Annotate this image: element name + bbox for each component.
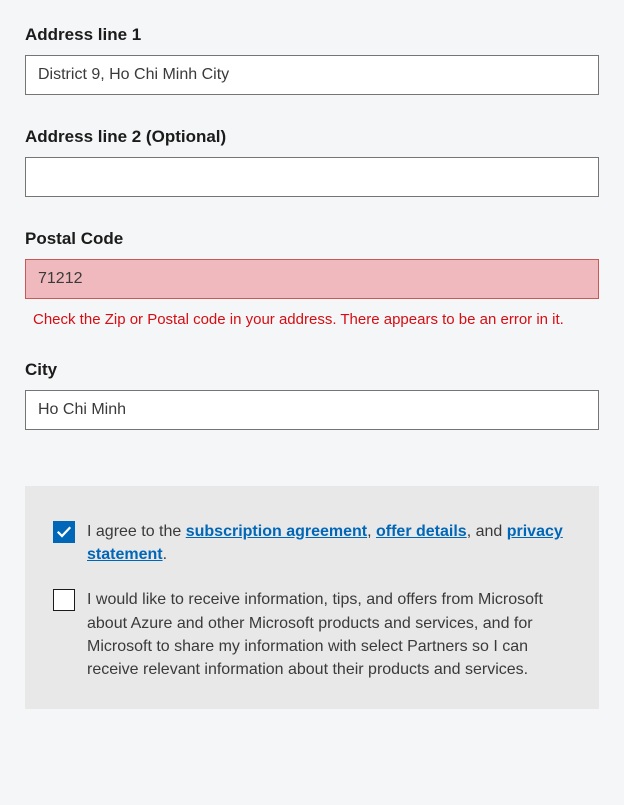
terms-suffix: . — [163, 546, 167, 563]
terms-prefix: I agree to the — [87, 523, 186, 540]
subscription-agreement-link[interactable]: subscription agreement — [186, 523, 367, 540]
marketing-label: I would like to receive information, tip… — [87, 588, 571, 681]
address-line-2-label: Address line 2 (Optional) — [25, 127, 599, 147]
postal-code-group: Postal Code Check the Zip or Postal code… — [25, 229, 599, 328]
postal-code-error-message: Check the Zip or Postal code in your add… — [25, 311, 599, 328]
address-line-1-group: Address line 1 — [25, 25, 599, 95]
postal-code-label: Postal Code — [25, 229, 599, 249]
address-line-1-input[interactable] — [25, 55, 599, 95]
city-label: City — [25, 360, 599, 380]
terms-label: I agree to the subscription agreement, o… — [87, 520, 571, 566]
address-line-1-label: Address line 1 — [25, 25, 599, 45]
postal-code-input[interactable] — [25, 259, 599, 299]
city-group: City — [25, 360, 599, 430]
terms-checkbox[interactable] — [53, 521, 75, 543]
city-input[interactable] — [25, 390, 599, 430]
marketing-checkbox-row: I would like to receive information, tip… — [53, 588, 571, 681]
terms-sep2: , and — [467, 523, 507, 540]
marketing-checkbox[interactable] — [53, 589, 75, 611]
address-line-2-input[interactable] — [25, 157, 599, 197]
terms-sep1: , — [367, 523, 376, 540]
check-icon — [56, 524, 72, 540]
offer-details-link[interactable]: offer details — [376, 523, 467, 540]
address-line-2-group: Address line 2 (Optional) — [25, 127, 599, 197]
terms-checkbox-row: I agree to the subscription agreement, o… — [53, 520, 571, 566]
consent-box: I agree to the subscription agreement, o… — [25, 486, 599, 709]
